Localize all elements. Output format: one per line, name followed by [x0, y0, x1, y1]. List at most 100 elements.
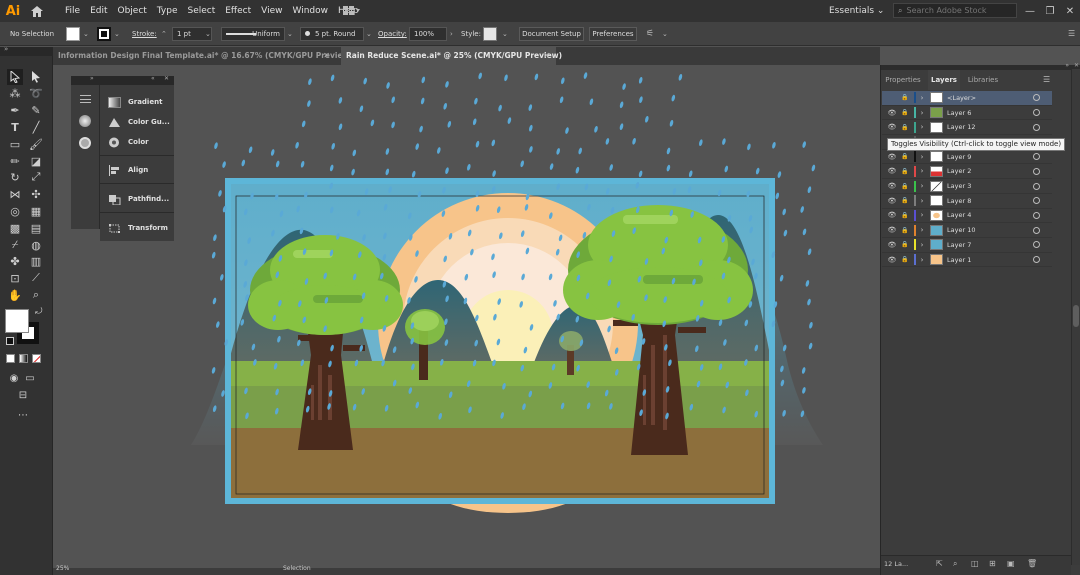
- expand-arrow-icon[interactable]: ›: [916, 256, 928, 264]
- panel-menu-icon[interactable]: ☰: [1068, 22, 1075, 46]
- eraser-tool-icon[interactable]: ◪: [28, 153, 44, 169]
- tab-libraries[interactable]: Libraries: [963, 70, 1003, 90]
- target-icon[interactable]: [1033, 153, 1040, 161]
- close-icon[interactable]: ✕: [543, 47, 550, 65]
- delete-icon[interactable]: 🗑: [1027, 559, 1037, 568]
- layer-name[interactable]: Layer 4: [947, 211, 1027, 219]
- panel-item-color[interactable]: Color: [100, 132, 174, 152]
- target-icon[interactable]: [1033, 109, 1040, 117]
- close-icon[interactable]: ✕: [1060, 0, 1080, 22]
- lasso-tool-icon[interactable]: ➰: [28, 85, 44, 101]
- lock-icon[interactable]: 🔒: [899, 227, 911, 234]
- workspace-switcher[interactable]: Essentials ⌄: [829, 0, 884, 22]
- minimize-icon[interactable]: —: [1020, 0, 1040, 22]
- chevron-down-icon[interactable]: ⌄: [502, 22, 508, 46]
- lock-icon[interactable]: 🔒: [899, 212, 911, 219]
- lock-icon[interactable]: 🔒: [899, 256, 911, 263]
- lock-icon[interactable]: 🔒: [899, 153, 911, 160]
- layer-row[interactable]: 👁 🔒 › Layer 6: [882, 106, 1052, 121]
- layer-row[interactable]: 🔒 › <Layer>: [882, 91, 1052, 106]
- menu-window[interactable]: Window: [288, 0, 334, 22]
- target-icon[interactable]: [1033, 211, 1040, 219]
- fill-color-swatch[interactable]: [5, 309, 29, 333]
- layer-row[interactable]: 👁 🔒 › Layer 7: [882, 238, 1052, 253]
- stroke-swatch[interactable]: [97, 27, 111, 41]
- canvas-scrollbar[interactable]: [1071, 69, 1080, 565]
- target-icon[interactable]: [1033, 123, 1040, 131]
- panel-item-gradient[interactable]: Gradient: [100, 92, 174, 112]
- variable-width-profile[interactable]: Uniform: [221, 27, 285, 41]
- slice-tool-icon[interactable]: ⟋: [28, 270, 44, 286]
- expand-arrow-icon[interactable]: ›: [916, 241, 928, 249]
- menu-type[interactable]: Type: [152, 0, 183, 22]
- collapse-icon[interactable]: »: [90, 75, 94, 82]
- locate-object-icon[interactable]: ⌕: [953, 559, 957, 569]
- visibility-eye-icon[interactable]: 👁: [887, 109, 897, 117]
- rotate-tool-icon[interactable]: ↻: [7, 169, 23, 185]
- visibility-eye-icon[interactable]: 👁: [887, 182, 897, 190]
- new-sublayer-icon[interactable]: ⊞: [989, 559, 996, 568]
- screen-mode-icon[interactable]: ▭: [22, 370, 38, 386]
- layer-row[interactable]: 👁 🔒 › Layer 2: [882, 165, 1052, 180]
- tab-rain-reduce-scene[interactable]: Rain Reduce Scene.ai* @ 25% (CMYK/GPU Pr…: [341, 47, 562, 65]
- lock-icon[interactable]: 🔒: [899, 94, 911, 101]
- target-icon[interactable]: [1033, 182, 1040, 190]
- type-tool-icon[interactable]: T: [7, 119, 23, 135]
- rectangle-tool-icon[interactable]: ▭: [7, 136, 23, 152]
- expand-arrow-icon[interactable]: ›: [916, 197, 928, 205]
- target-icon[interactable]: [1033, 241, 1040, 249]
- stroke-label[interactable]: Stroke:: [132, 22, 157, 46]
- close-icon[interactable]: ✕: [1074, 62, 1079, 69]
- panel-header[interactable]: » « ✕: [71, 75, 174, 85]
- target-icon[interactable]: [1033, 256, 1040, 264]
- paintbrush-tool-icon[interactable]: 🖌: [28, 136, 44, 152]
- eyedropper-tool-icon[interactable]: ⌿: [7, 237, 23, 253]
- layer-row[interactable]: 👁 🔒 › Layer 10: [882, 223, 1052, 238]
- stock-search[interactable]: ⌕: [893, 3, 1017, 18]
- panel-menu-icon[interactable]: ☰: [1043, 70, 1050, 90]
- default-colors-icon[interactable]: [6, 337, 14, 345]
- visibility-eye-icon[interactable]: 👁: [887, 197, 897, 205]
- restore-icon[interactable]: ❐: [1040, 0, 1060, 22]
- width-tool-icon[interactable]: ⋈: [7, 186, 23, 202]
- line-tool-icon[interactable]: ╱: [28, 119, 44, 135]
- layer-row[interactable]: 👁 🔒 › Layer 8: [882, 194, 1052, 209]
- layer-row[interactable]: 👁 🔒 › Layer 12: [882, 120, 1052, 136]
- visibility-eye-icon[interactable]: 👁: [887, 153, 897, 161]
- chevron-down-icon[interactable]: ⌄: [83, 22, 89, 46]
- gradient-tool-icon[interactable]: ▤: [28, 220, 44, 236]
- layer-name[interactable]: Layer 3: [947, 182, 1027, 190]
- lock-icon[interactable]: 🔒: [899, 197, 911, 204]
- visibility-eye-icon[interactable]: 👁: [887, 226, 897, 234]
- expand-arrow-icon[interactable]: ›: [916, 182, 928, 190]
- expand-arrow-icon[interactable]: ›: [916, 226, 928, 234]
- layer-name[interactable]: Layer 6: [947, 109, 1027, 117]
- collapse-icon[interactable]: »: [4, 45, 8, 53]
- change-screen-mode-icon[interactable]: ⊟: [15, 387, 31, 403]
- layer-name[interactable]: Layer 9: [947, 153, 1027, 161]
- layer-name[interactable]: Layer 2: [947, 167, 1027, 175]
- close-icon[interactable]: ✕: [323, 47, 330, 65]
- export-icon[interactable]: ⇱: [936, 559, 943, 568]
- menu-view[interactable]: View: [256, 0, 287, 22]
- tab-layers[interactable]: Layers: [928, 70, 960, 90]
- chevron-down-icon[interactable]: ⌄: [114, 22, 120, 46]
- color-mode-icon[interactable]: [6, 354, 15, 363]
- search-input[interactable]: [906, 6, 1007, 15]
- brush-definition[interactable]: 5 pt. Round: [300, 27, 364, 41]
- visibility-eye-icon[interactable]: 👁: [887, 256, 897, 264]
- direct-selection-tool-icon[interactable]: [28, 69, 44, 85]
- pen-tool-icon[interactable]: ✒: [7, 102, 23, 118]
- menu-select[interactable]: Select: [182, 0, 220, 22]
- expand-arrow-icon[interactable]: ›: [916, 211, 928, 219]
- shape-builder-tool-icon[interactable]: ◎: [7, 203, 23, 219]
- zoom-level[interactable]: 25%: [56, 565, 69, 572]
- stepper-icon[interactable]: ⌃: [161, 22, 167, 46]
- lock-icon[interactable]: 🔒: [899, 241, 911, 248]
- magic-wand-tool-icon[interactable]: ⁂: [7, 85, 23, 101]
- opacity-field[interactable]: 100%: [409, 27, 447, 41]
- draw-mode-icon[interactable]: ◉: [6, 370, 22, 386]
- expand-arrow-icon[interactable]: ›: [916, 109, 928, 117]
- expand-arrow-icon[interactable]: ›: [916, 153, 928, 161]
- tab-properties[interactable]: Properties: [883, 70, 923, 90]
